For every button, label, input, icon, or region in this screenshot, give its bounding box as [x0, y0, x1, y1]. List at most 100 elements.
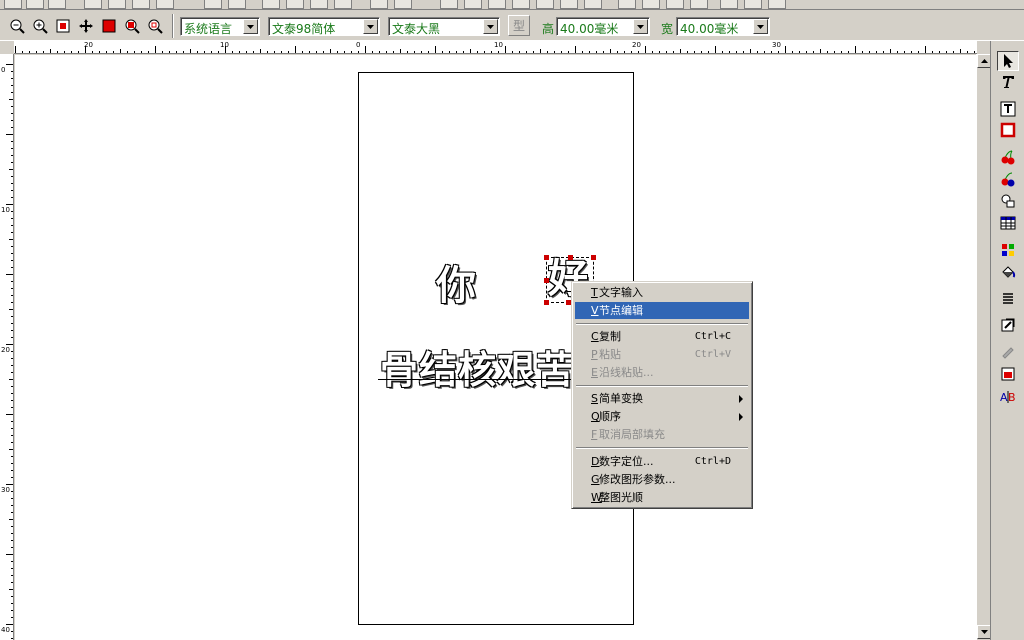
toolbar-button[interactable] — [310, 0, 328, 9]
toolbar-button[interactable] — [768, 0, 786, 9]
english-font-combo[interactable]: 文泰大黑 — [388, 17, 500, 36]
vertical-scrollbar[interactable] — [976, 54, 991, 640]
toolbar-button[interactable] — [440, 0, 458, 9]
menu-item-order[interactable]: Q 顺序 — [575, 408, 749, 425]
chevron-down-icon[interactable] — [243, 19, 258, 34]
horizontal-ruler[interactable]: 20 10 0 10 20 30 — [14, 41, 977, 54]
rectangle-tool-icon[interactable] — [997, 120, 1019, 140]
toolbar-button[interactable] — [4, 0, 22, 9]
menu-item-label: 沿线粘贴... — [599, 366, 654, 379]
height-field[interactable]: 40.00毫米 — [556, 17, 650, 36]
toolbar-button[interactable] — [132, 0, 150, 9]
chevron-down-icon[interactable] — [753, 19, 768, 34]
edit-page-icon[interactable] — [997, 315, 1019, 335]
selection-handle[interactable] — [591, 255, 596, 260]
selection-handle[interactable] — [568, 255, 573, 260]
toolbar-button[interactable] — [744, 0, 762, 9]
menu-item-numeric-position[interactable]: D 数字定位... Ctrl+D — [575, 453, 749, 470]
height-value: 40.00毫米 — [560, 22, 619, 36]
svg-text:A: A — [1000, 391, 1008, 404]
menu-item-smooth-shape[interactable]: W 整图光顺 — [575, 489, 749, 506]
toolbar-button[interactable] — [204, 0, 222, 9]
ruler-label: 10 — [494, 41, 503, 49]
menu-item-key: V — [591, 304, 599, 317]
text-tool-icon[interactable] — [997, 72, 1019, 92]
toolbar-button[interactable] — [84, 0, 102, 9]
fill-color-icon[interactable] — [98, 15, 119, 36]
chevron-down-icon[interactable] — [633, 19, 648, 34]
chinese-font-combo[interactable]: 文泰98简体 — [268, 17, 380, 36]
menu-item-key: S — [591, 392, 598, 405]
chevron-down-icon[interactable] — [363, 19, 378, 34]
text-object-ni[interactable]: 你 — [436, 262, 476, 310]
ruler-label: 20 — [1, 346, 10, 354]
toolbar-button[interactable] — [488, 0, 506, 9]
scroll-up-button[interactable] — [977, 54, 991, 68]
toolbar-button[interactable] — [108, 0, 126, 9]
menu-item-label: 文字输入 — [599, 286, 643, 299]
width-field[interactable]: 40.00毫米 — [676, 17, 770, 36]
fill-bucket-icon[interactable] — [997, 262, 1019, 282]
style-button[interactable]: 型 — [508, 15, 530, 36]
width-value: 40.00毫米 — [680, 22, 739, 36]
toolbar-button[interactable] — [618, 0, 636, 9]
toolbar-button[interactable] — [394, 0, 412, 9]
toolbar-button[interactable] — [262, 0, 280, 9]
scroll-down-button[interactable] — [977, 625, 991, 639]
baseline-line — [378, 379, 578, 380]
frame-text-icon[interactable] — [997, 99, 1019, 119]
color-palette-icon[interactable] — [997, 240, 1019, 260]
menu-item-label: 粘贴 — [599, 348, 621, 361]
toolbar-button[interactable] — [720, 0, 738, 9]
ruler-label: 10 — [1, 206, 10, 214]
toolbar-button[interactable] — [48, 0, 66, 9]
toolbar-button[interactable] — [642, 0, 660, 9]
menu-item-key: C — [591, 330, 599, 343]
shapes-tool-icon[interactable] — [997, 191, 1019, 211]
toolbar-button[interactable] — [464, 0, 482, 9]
cherry-effect-2-icon[interactable] — [997, 169, 1019, 189]
tool-gray-icon[interactable] — [997, 343, 1019, 363]
selection-handle[interactable] — [544, 300, 549, 305]
align-lines-icon[interactable] — [997, 288, 1019, 308]
language-combo[interactable]: 系统语言 — [180, 17, 260, 36]
menu-item-text-input[interactable]: T 文字输入 — [575, 284, 749, 301]
menu-item-key: E — [591, 366, 598, 379]
toolbar-button[interactable] — [560, 0, 578, 9]
pan-move-icon[interactable] — [75, 15, 96, 36]
toolbar-button[interactable] — [26, 0, 44, 9]
cherry-effect-icon[interactable] — [997, 147, 1019, 167]
menu-item-key: T — [591, 286, 598, 299]
text-object-row[interactable]: 骨结核艰苦 — [380, 346, 575, 394]
menu-item-simple-transform[interactable]: S 简单变换 — [575, 390, 749, 407]
toolbar-button[interactable] — [228, 0, 246, 9]
zoom-area-icon[interactable] — [121, 15, 142, 36]
ruler-label: 10 — [220, 41, 229, 49]
toolbar-button[interactable] — [334, 0, 352, 9]
zoom-all-icon[interactable] — [144, 15, 165, 36]
menu-item-modify-shape-params[interactable]: G 修改图形参数... — [575, 471, 749, 488]
toolbar-button[interactable] — [286, 0, 304, 9]
zoom-page-icon[interactable] — [52, 15, 73, 36]
menu-item-node-edit[interactable]: V 节点编辑 — [575, 302, 749, 319]
toolbar-button[interactable] — [536, 0, 554, 9]
table-tool-icon[interactable] — [997, 213, 1019, 233]
menu-item-copy[interactable]: C 复制 Ctrl+C — [575, 328, 749, 345]
image-transform-icon[interactable] — [997, 364, 1019, 384]
chevron-down-icon[interactable] — [483, 19, 498, 34]
menu-separator — [576, 385, 748, 387]
toolbar-button[interactable] — [690, 0, 708, 9]
selection-handle[interactable] — [544, 255, 549, 260]
toolbar-button[interactable] — [584, 0, 602, 9]
toolbar-button[interactable] — [666, 0, 684, 9]
vertical-ruler[interactable]: 0 10 20 30 40 — [0, 54, 14, 640]
toolbar-button[interactable] — [512, 0, 530, 9]
zoom-out-icon[interactable] — [6, 15, 27, 36]
toolbar-button[interactable] — [370, 0, 388, 9]
toolbar-button[interactable] — [156, 0, 174, 9]
selection-handle[interactable] — [544, 278, 549, 283]
text-ab-icon[interactable]: AB — [997, 387, 1019, 407]
zoom-in-icon[interactable] — [29, 15, 50, 36]
ruler-label: 0 — [356, 41, 361, 49]
select-arrow-icon[interactable] — [997, 51, 1019, 71]
